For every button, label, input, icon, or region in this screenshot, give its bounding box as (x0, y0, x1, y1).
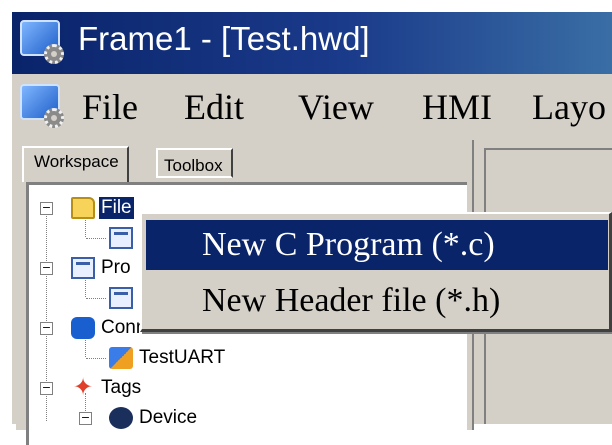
menu-edit[interactable]: Edit (184, 86, 244, 128)
calendar-file-icon (109, 227, 133, 249)
app-icon[interactable] (18, 18, 64, 64)
collapse-icon[interactable]: − (40, 262, 53, 275)
collapse-icon[interactable]: − (40, 382, 53, 395)
device-icon (109, 407, 133, 429)
source-file-icon (109, 287, 133, 309)
collapse-icon[interactable]: − (40, 202, 53, 215)
tree-label-tags: Tags (101, 377, 142, 398)
tags-icon: ✦ (72, 373, 94, 401)
menu-item-new-header-file[interactable]: New Header file (*.h) (146, 276, 608, 326)
uart-icon (109, 347, 133, 369)
menu-item-label: New C Program (*.c) (202, 226, 495, 263)
project-file-icon (71, 257, 95, 279)
tab-toolbox[interactable]: Toolbox (156, 148, 233, 178)
tab-workspace[interactable]: Workspace (22, 146, 129, 182)
menu-item-new-c-program[interactable]: New C Program (*.c) (146, 220, 608, 270)
tree-item-device[interactable]: − Device (29, 405, 459, 433)
folder-icon (71, 197, 95, 219)
document-icon[interactable] (18, 82, 64, 128)
menu-layout[interactable]: Layo (532, 86, 606, 128)
collapse-icon[interactable]: − (79, 412, 92, 425)
title-bar[interactable]: Frame1 - [Test.hwd] (12, 12, 612, 74)
collapse-icon[interactable]: − (40, 322, 53, 335)
connection-icon (71, 317, 95, 339)
window-title: Frame1 - [Test.hwd] (78, 20, 370, 57)
menu-file[interactable]: File (82, 86, 138, 128)
tree-label-project: Pro (101, 257, 131, 278)
tree-label-testuart: TestUART (139, 347, 226, 368)
menu-bar: File Edit View HMI Layo (12, 76, 612, 138)
gear-icon (44, 108, 64, 128)
tree-item-tags[interactable]: − ✦ Tags (29, 375, 459, 403)
menu-view[interactable]: View (298, 86, 374, 128)
tree-label-file: File (99, 197, 134, 219)
gear-icon (44, 44, 64, 64)
context-menu: New C Program (*.c) New Header file (*.h… (140, 212, 612, 332)
menu-hmi[interactable]: HMI (422, 86, 492, 128)
tree-label-device: Device (139, 407, 198, 428)
menu-item-label: New Header file (*.h) (202, 282, 501, 319)
tree-item-testuart[interactable]: TestUART (29, 345, 459, 373)
